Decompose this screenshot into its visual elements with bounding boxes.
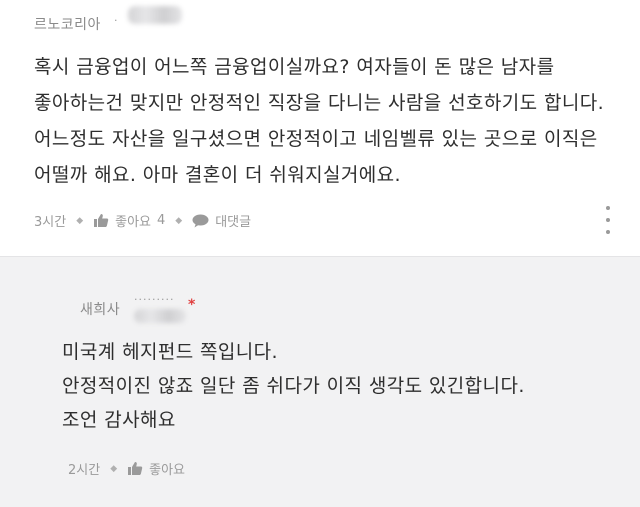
reply: 새희사 ········· * 미국계 헤지펀드 쪽입니다. 안정적이진 않죠 … — [0, 256, 640, 507]
reply-line: 미국계 헤지펀드 쪽입니다. — [62, 341, 278, 363]
comment-author-mask: · — [114, 14, 119, 27]
comment-author[interactable]: 르노코리아 — [34, 14, 101, 34]
comment-line: 혹시 금융업이 어느쪽 금융업이실까요? 여자들이 돈 많은 남자를 — [34, 56, 555, 78]
author-redaction — [134, 309, 186, 323]
separator-icon: ◆ — [76, 215, 84, 226]
comment-time: 3시간 — [34, 215, 67, 230]
more-options-button[interactable] — [598, 206, 618, 234]
more-dot-icon — [606, 230, 610, 234]
like-label: 좋아요 — [115, 215, 152, 230]
thumbs-up-icon — [93, 213, 109, 228]
more-dot-icon — [606, 206, 610, 210]
comment-line: 좋아하는건 맞지만 안정적인 직장을 다니는 사람을 선호하기도 합니다. — [34, 92, 605, 114]
comment-line: 어느정도 자산을 일구셨으면 안정적이고 네임벨류 있는 곳으로 이직은 — [34, 128, 598, 150]
reply-author[interactable]: 새희사 — [80, 299, 120, 319]
reply-button[interactable]: 대댓글 — [192, 211, 251, 230]
reply-time: 2시간 — [68, 463, 101, 478]
reply-line: 안정적이진 않죠 일단 좀 쉬다가 이직 생각도 있긴합니다. — [62, 375, 525, 397]
author-mark: * — [188, 297, 196, 313]
author-redaction — [128, 6, 182, 24]
speech-bubble-icon — [192, 214, 209, 228]
more-dot-icon — [606, 218, 610, 222]
comment: 르노코리아 · 혹시 금융업이 어느쪽 금융업이실까요? 여자들이 돈 많은 남… — [0, 0, 640, 256]
like-count: 4 — [157, 213, 166, 228]
separator-icon: ◆ — [175, 215, 183, 226]
comment-meta: 3시간 ◆ 좋아요 4 ◆ 대댓글 — [34, 211, 251, 230]
comment-line: 어떨까 해요. 아마 결혼이 더 쉬워지실거에요. — [34, 164, 401, 186]
reply-author-mask: ········· — [134, 293, 175, 306]
separator-icon: ◆ — [110, 463, 118, 474]
reply-like-label: 좋아요 — [149, 463, 186, 478]
reply-meta: 2시간 ◆ 좋아요 — [68, 459, 185, 478]
like-button[interactable]: 좋아요 4 — [93, 211, 165, 230]
reply-like-button[interactable]: 좋아요 — [127, 459, 185, 478]
thumbs-up-icon — [127, 461, 143, 476]
reply-line: 조언 감사해요 — [62, 409, 176, 431]
reply-label: 대댓글 — [215, 215, 252, 230]
